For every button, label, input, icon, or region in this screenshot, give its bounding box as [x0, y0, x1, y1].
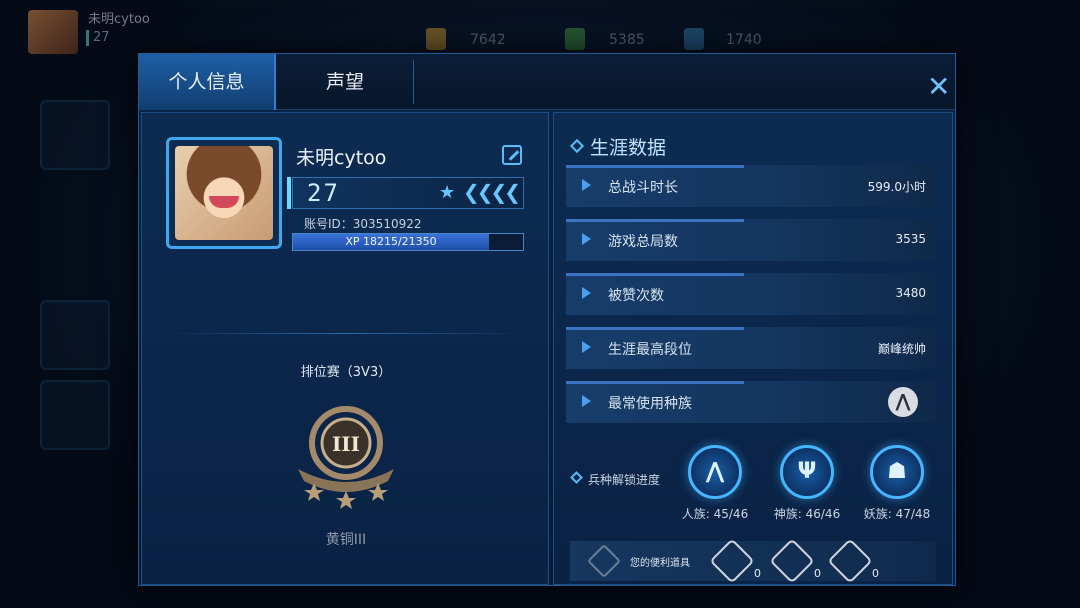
level-bar: 27 ★ ❮❮❮❮: [287, 177, 524, 209]
race-progress: 神族: 46/46: [773, 507, 841, 521]
play-icon: [582, 395, 591, 407]
rank-tier: 黄铜III: [325, 532, 367, 548]
bg-menu-icon: [40, 300, 110, 370]
edit-name-icon[interactable]: [502, 145, 522, 165]
stat-topline: [566, 165, 744, 168]
personal-panel: 未明cytoo 27 ★ ❮❮❮❮ 账号ID：303510922 XP 1821…: [141, 112, 549, 585]
item-count: 0: [814, 567, 821, 580]
gem-icon: [565, 28, 585, 50]
xp-text: XP 18215/21350: [345, 235, 437, 248]
race-progress: 妖族: 47/48: [863, 507, 931, 521]
play-icon: [582, 341, 591, 353]
items-bar: 您的便利道具 0 0 0: [570, 538, 936, 584]
account-id: 账号ID：303510922: [304, 217, 422, 231]
player-name: 未明cytoo: [296, 147, 387, 169]
play-icon: [582, 179, 591, 191]
stat-value: 3480: [895, 286, 926, 300]
tab-bar: 个人信息 声望 ✕: [139, 54, 955, 110]
star-icon: ★: [439, 182, 456, 203]
bg-level: 27: [86, 30, 176, 46]
badge-roman: III: [332, 432, 360, 456]
tab-divider: [413, 60, 414, 104]
human-race-icon[interactable]: ⋀: [688, 445, 742, 499]
career-panel: 生涯数据 总战斗时长 599.0小时 游戏总局数 3535 被赞次数 3480: [553, 112, 953, 585]
stat-label: 总战斗时长: [608, 180, 678, 196]
stat-row[interactable]: 游戏总局数 3535: [566, 219, 936, 261]
items-icon: [587, 544, 621, 578]
game-screen: 未明cytoo 27 7642 5385 1740 个人信息 声望 ✕ 未明cy…: [0, 0, 1080, 608]
close-icon[interactable]: ✕: [927, 73, 950, 101]
background-hud: 未明cytoo 27 7642 5385 1740: [0, 0, 1080, 56]
bg-avatar: [28, 10, 78, 54]
stat-topline: [566, 381, 744, 384]
stat-label: 被赞次数: [608, 288, 664, 304]
item-token-icon[interactable]: [709, 538, 755, 584]
stat-row[interactable]: 最常使用种族 ⋀: [566, 381, 936, 423]
item-count: 0: [872, 567, 879, 580]
ranked-title: 排位赛（3V3）: [300, 365, 392, 380]
stat-label: 最常使用种族: [608, 396, 692, 412]
stat-value: 巅峰统帅: [877, 342, 926, 356]
stat-value: 599.0小时: [867, 180, 926, 194]
bg-resource-gem: 5385: [609, 32, 645, 48]
bg-menu-icon: [40, 100, 110, 170]
player-level: 27: [307, 179, 340, 207]
xp-bar: XP 18215/21350: [292, 233, 524, 251]
stat-row[interactable]: 生涯最高段位 巅峰统帅: [566, 327, 936, 369]
rank-chevrons-icon: ❮❮❮❮: [463, 180, 521, 204]
stat-topline: [566, 273, 744, 276]
items-label: 您的便利道具: [630, 558, 690, 569]
stat-topline: [566, 327, 744, 330]
profile-dialog: 个人信息 声望 ✕ 未明cytoo 27 ★ ❮❮❮❮ 账号ID：3035109…: [138, 53, 956, 586]
stat-row[interactable]: 总战斗时长 599.0小时: [566, 165, 936, 207]
bg-resource-crystal: 1740: [726, 32, 762, 48]
stat-value: 3535: [895, 232, 926, 246]
stat-label: 生涯最高段位: [608, 342, 692, 358]
career-title: 生涯数据: [590, 137, 667, 159]
avatar: [175, 146, 273, 240]
bg-resource-gold: 7642: [470, 32, 506, 48]
unlock-label: 兵种解锁进度: [588, 473, 661, 487]
human-race-icon: ⋀: [888, 387, 918, 417]
demon-race-icon[interactable]: ☗: [870, 445, 924, 499]
tab-reputation[interactable]: 声望: [277, 54, 413, 110]
item-circuit-icon[interactable]: [769, 538, 815, 584]
divider: [166, 333, 526, 334]
stat-topline: [566, 219, 744, 222]
play-icon: [582, 233, 591, 245]
bg-menu-icon: [40, 380, 110, 450]
gold-icon: [426, 28, 446, 50]
avatar-frame[interactable]: [166, 137, 282, 249]
tab-personal-info[interactable]: 个人信息: [139, 54, 276, 110]
level-stripe: [287, 177, 291, 209]
bronze-rank-badge-icon[interactable]: III: [292, 399, 400, 509]
crystal-icon: [684, 28, 704, 50]
item-link-icon[interactable]: [827, 538, 873, 584]
diamond-icon: [570, 471, 583, 484]
diamond-icon: [569, 138, 585, 154]
god-race-icon[interactable]: Ψ: [780, 445, 834, 499]
race-progress: 人族: 45/46: [681, 507, 749, 521]
bg-player-name: 未明cytoo: [88, 12, 150, 27]
stat-label: 游戏总局数: [608, 234, 678, 250]
item-count: 0: [754, 567, 761, 580]
play-icon: [582, 287, 591, 299]
stat-row[interactable]: 被赞次数 3480: [566, 273, 936, 315]
